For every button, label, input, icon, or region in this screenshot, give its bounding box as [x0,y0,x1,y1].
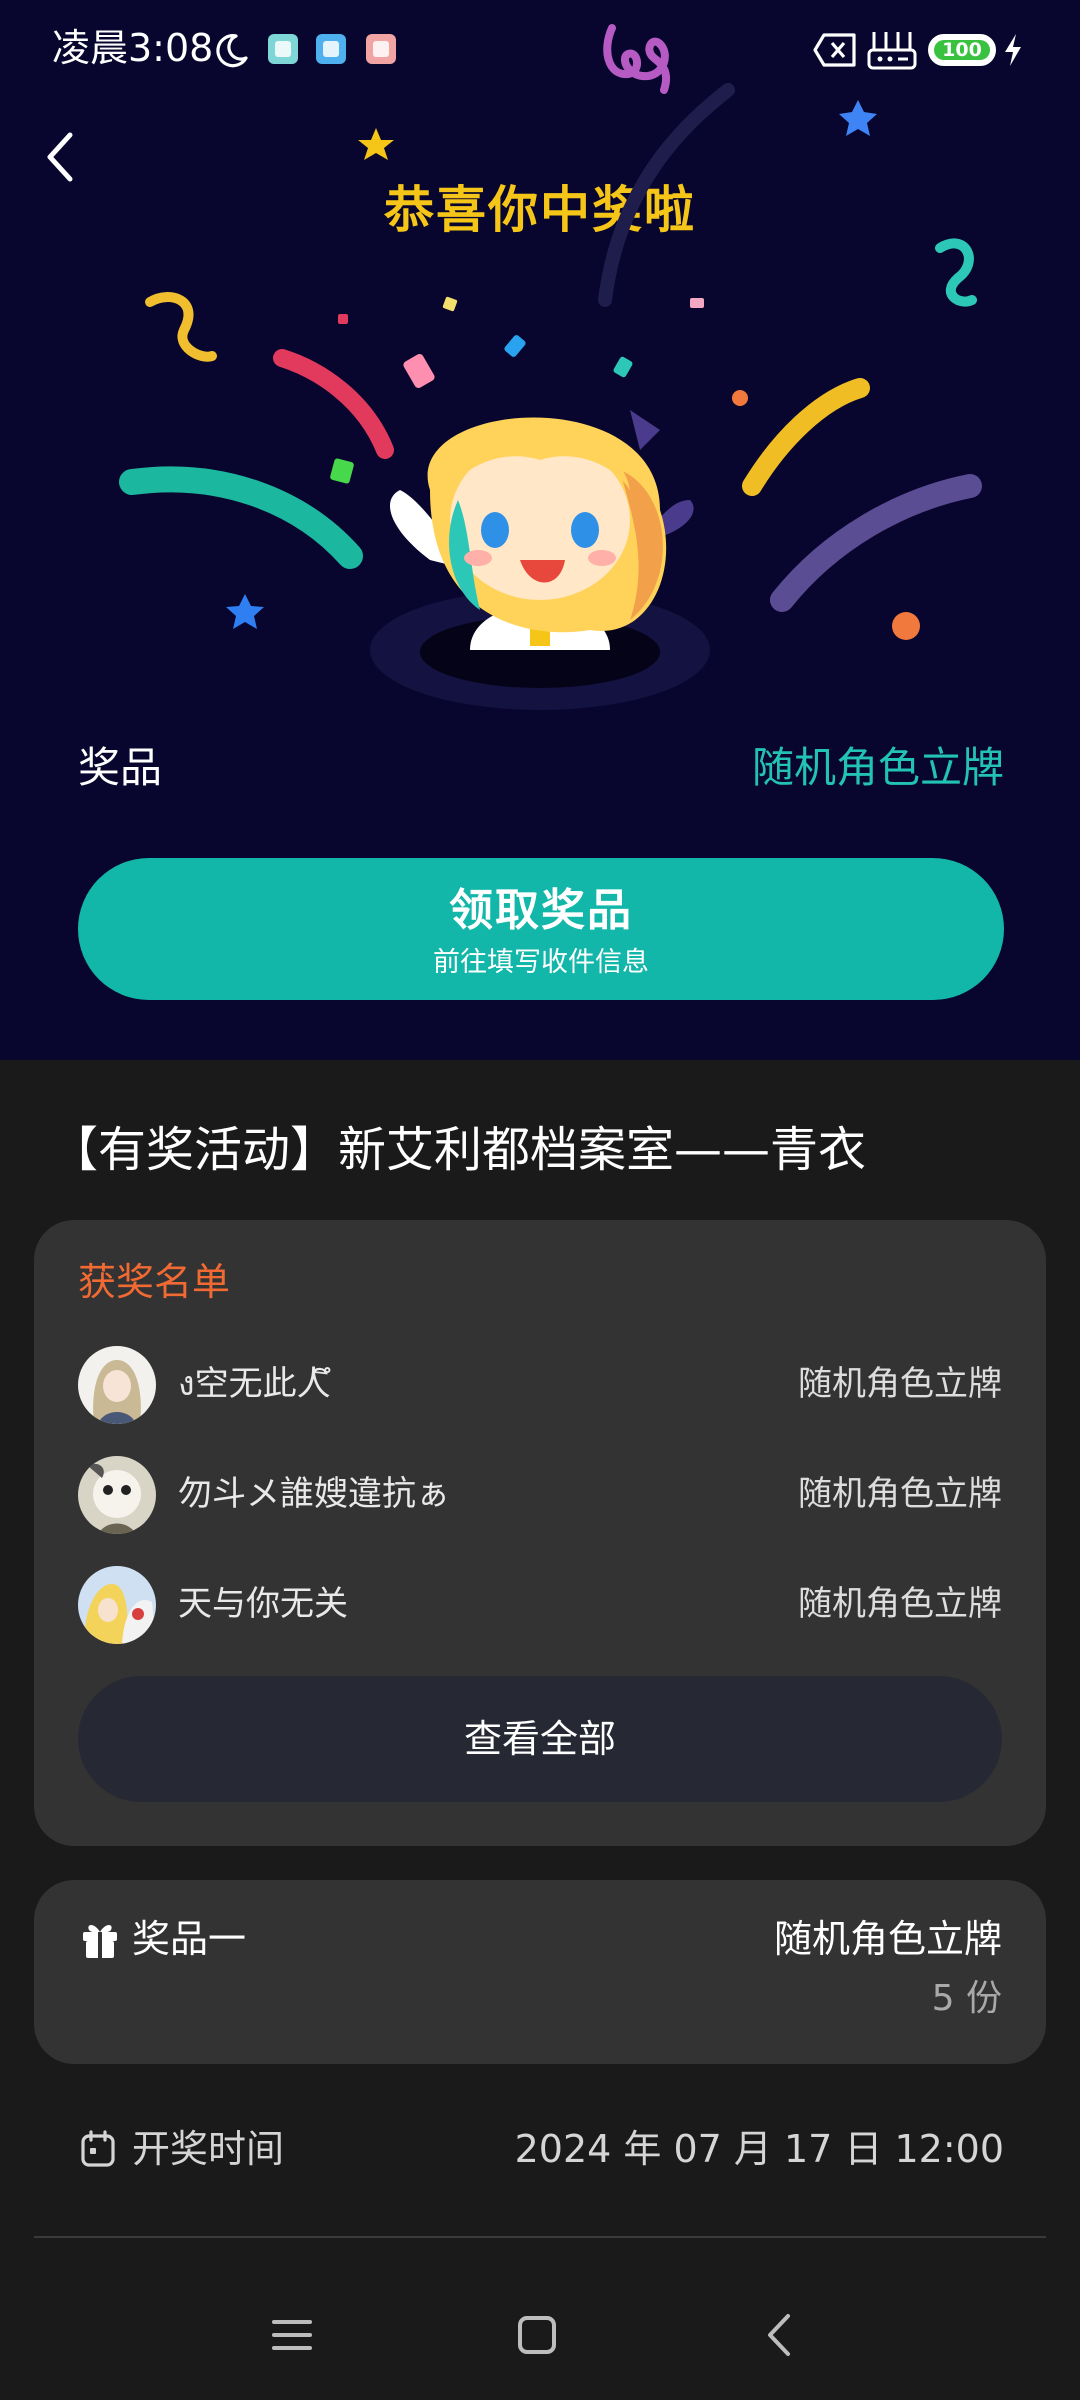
winner-prize: 随机角色立牌 [798,1474,1002,1514]
prize-card-label: 奖品一 [132,1917,247,1961]
hero-section: 凌晨3:08 100 恭喜你中奖啦 奖品 随机角色立牌 领取奖品 前往填写收件信… [0,0,1080,1060]
menu-icon[interactable] [262,2310,322,2360]
winner-prize: 随机角色立牌 [798,1584,1002,1624]
winner-name: ง空无此人ึ [178,1364,331,1404]
nav-back-icon[interactable] [752,2310,812,2360]
winner-name: 勿斗メ誰嫂違抗ぁ [178,1474,450,1514]
winner-row[interactable]: ง空无此人ึ 随机角色立牌 [78,1346,1002,1426]
avatar [78,1566,156,1644]
winners-card: 获奖名单 ง空无此人ึ 随机角色立牌 勿斗メ誰嫂違抗ぁ 随机角色立牌 天与你无关… [34,1220,1046,1846]
system-nav-bar [0,2270,1080,2400]
winner-prize: 随机角色立牌 [798,1364,1002,1404]
claim-button-label: 领取奖品 [449,885,633,936]
event-title: 【有奖活动】新艾利都档案室——青衣 [50,1122,867,1178]
divider [34,2236,1046,2238]
gift-icon [83,1925,117,1958]
prize-info-card: 奖品一 随机角色立牌 5 份 [34,1880,1046,2064]
winners-heading: 获奖名单 [78,1260,231,1304]
winner-name: 天与你无关 [178,1584,348,1624]
avatar [78,1456,156,1534]
claim-button-sublabel: 前往填写收件信息 [433,947,649,978]
mascot-illustration [370,410,710,710]
winner-row[interactable]: 天与你无关 随机角色立牌 [78,1566,1002,1646]
prize-label: 奖品 [78,743,163,792]
draw-time-row: 开奖时间 2024 年 07 月 17 日 12:00 [78,2120,1004,2180]
prize-card-name: 随机角色立牌 [773,1917,1002,1961]
draw-time-value: 2024 年 07 月 17 日 12:00 [514,2127,1004,2171]
winner-row[interactable]: 勿斗メ誰嫂違抗ぁ 随机角色立牌 [78,1456,1002,1536]
claim-prize-button[interactable]: 领取奖品 前往填写收件信息 [78,858,1004,1000]
home-icon[interactable] [507,2310,567,2360]
draw-time-label: 开奖时间 [132,2127,285,2171]
avatar [78,1346,156,1424]
calendar-icon [81,2130,115,2167]
view-all-button[interactable]: 查看全部 [78,1676,1002,1802]
prize-value: 随机角色立牌 [751,743,1004,792]
prize-card-quantity: 5 份 [931,1978,1002,2019]
